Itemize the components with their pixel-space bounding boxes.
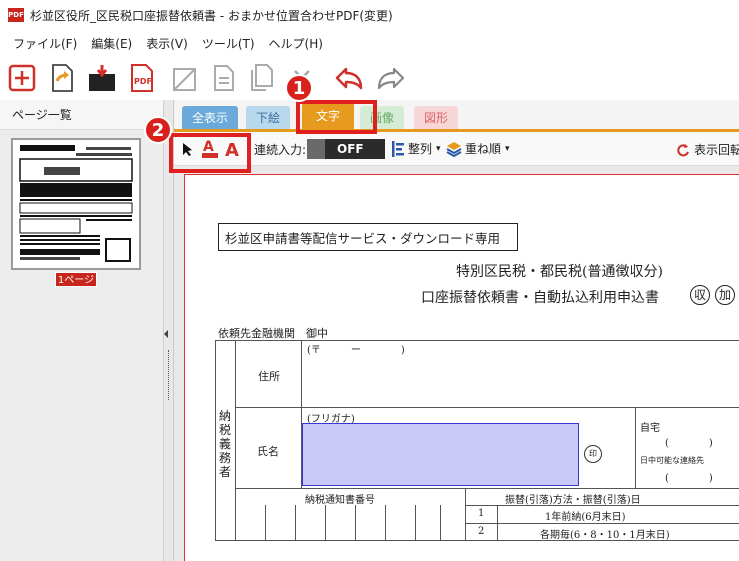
order-dropdown-icon: ▾ (505, 143, 510, 154)
home-paren: ( ) (665, 438, 713, 449)
grid-line (325, 505, 326, 540)
grid-line (440, 505, 441, 540)
transfer-label: 振替(引落)方法・振替(引落)日 (505, 495, 641, 506)
rotate-view-button[interactable]: 表示回転 (676, 141, 739, 158)
text-tools-highlight (169, 133, 251, 173)
address-label: 住所 (258, 370, 280, 383)
home-label: 自宅 (640, 423, 660, 434)
grid-line (215, 340, 216, 540)
page-list-header: ページ一覧 (0, 100, 163, 130)
callout-badge-2: 2 (144, 116, 172, 144)
tab-shape[interactable]: 図形 (414, 106, 459, 130)
mode-tabs: 全表示 下絵 文字 画像 図形 (174, 100, 739, 132)
align-icon (392, 140, 404, 157)
align-label: 整列 (408, 142, 433, 156)
align-dropdown-icon: ▾ (436, 143, 441, 154)
continuous-input-toggle[interactable]: OFF (307, 139, 385, 159)
tab-show-all[interactable]: 全表示 (182, 106, 239, 130)
option-1-number: 1 (478, 508, 485, 519)
grid-line (295, 505, 296, 540)
add-icon[interactable] (6, 62, 38, 94)
app-pdf-icon: PDF (8, 8, 24, 22)
page-icon[interactable] (208, 62, 240, 94)
grid-line (385, 505, 386, 540)
menu-edit[interactable]: 編集(E) (84, 33, 139, 55)
name-text-field[interactable] (302, 423, 579, 486)
postal-prefix: (〒 ー ) (307, 345, 405, 356)
grid-line (465, 523, 739, 524)
tab-underlay-label: 下絵 (256, 111, 281, 125)
order-button[interactable]: 重ね順 ▾ (446, 140, 510, 157)
pdf-page: 杉並区申請書等配信サービス・ダウンロード専用 特別区民税・都民税(普通徴収分) … (184, 174, 739, 561)
grid-line (497, 505, 498, 540)
title-bar: PDF 杉並区役所_区民税口座振替依頼書 - おまかせ位置合わせPDF(変更) (0, 0, 739, 30)
grid-line (235, 340, 236, 540)
collapse-arrow-icon (164, 330, 168, 338)
grid-line (415, 505, 416, 540)
grid-line (355, 505, 356, 540)
toggle-value: OFF (337, 142, 364, 156)
order-label: 重ね順 (465, 142, 502, 156)
callout-badge-1: 1 (285, 74, 313, 102)
add-circle: 加 (715, 285, 735, 305)
rotate-icon (677, 143, 689, 156)
daytime-paren: ( ) (665, 473, 713, 484)
text-subtoolbar: A A 連続入力: OFF 整列 ▾ 重ね順 ▾ 表示回転 (174, 132, 739, 166)
notice-number-label: 納税通知書番号 (305, 495, 375, 506)
tab-shape-label: 図形 (424, 111, 449, 125)
undo-icon[interactable] (334, 62, 366, 94)
grid-line (235, 407, 739, 408)
grid-line (215, 340, 739, 341)
rotate-label: 表示回転 (694, 143, 739, 157)
copy-page-icon[interactable] (246, 62, 278, 94)
doc-title-1: 特別区民税・都民税(普通徴収分) (456, 264, 663, 280)
continuous-input-label: 連続入力: (254, 143, 307, 157)
menu-file[interactable]: ファイル(F) (6, 33, 84, 55)
main-toolbar: PDF (0, 58, 739, 100)
crop-icon[interactable] (170, 62, 202, 94)
menu-view[interactable]: 表示(V) (139, 33, 195, 55)
tab-show-all-label: 全表示 (192, 111, 229, 125)
pdf-icon[interactable]: PDF (126, 62, 158, 94)
page-label[interactable]: 1ページ (55, 272, 97, 287)
splitter-grip (168, 350, 169, 400)
menu-help[interactable]: ヘルプ(H) (262, 33, 330, 55)
menu-bar: ファイル(F) 編集(E) 表示(V) ツール(T) ヘルプ(H) (0, 33, 330, 55)
toggle-knob (307, 139, 325, 159)
redo-icon[interactable] (374, 62, 406, 94)
align-button[interactable]: 整列 ▾ (392, 140, 441, 157)
option-2-number: 2 (478, 526, 485, 537)
window-title: 杉並区役所_区民税口座振替依頼書 - おまかせ位置合わせPDF(変更) (30, 8, 393, 23)
folder-icon[interactable] (86, 62, 118, 94)
export-icon[interactable] (46, 62, 78, 94)
grid-line (635, 407, 636, 488)
seal-mark: 印 (584, 445, 602, 463)
thumbnail-preview (19, 145, 133, 262)
menu-tools[interactable]: ツール(T) (195, 33, 262, 55)
document-view[interactable]: 杉並区申請書等配信サービス・ダウンロード専用 特別区民税・都民税(普通徴収分) … (174, 166, 739, 561)
text-tab-highlight (296, 100, 377, 134)
doc-title-2: 口座振替依頼書・自動払込利用申込書 (421, 290, 659, 306)
name-label: 氏名 (257, 445, 279, 458)
layers-icon (446, 141, 462, 157)
tab-underlay[interactable]: 下絵 (246, 106, 291, 130)
received-circle: 収 (690, 285, 710, 305)
grid-line (265, 505, 266, 540)
bank-to-label: 依頼先金融機関 御中 (218, 327, 328, 340)
page-thumbnail[interactable] (11, 138, 141, 270)
daytime-label: 日中可能な連絡先 (640, 456, 704, 465)
grid-line (465, 488, 466, 540)
taxpayer-label: 納税義務者 (219, 409, 232, 479)
page-list-panel: ページ一覧 1ページ (0, 100, 164, 561)
header-box: 杉並区申請書等配信サービス・ダウンロード専用 (218, 223, 518, 251)
option-1-text: 1年前納(6月末日) (545, 512, 626, 523)
option-2-text: 各期毎(6・8・10・1月末日) (540, 530, 670, 541)
grid-line (235, 488, 739, 489)
pdf-icon-label: PDF (134, 77, 152, 86)
